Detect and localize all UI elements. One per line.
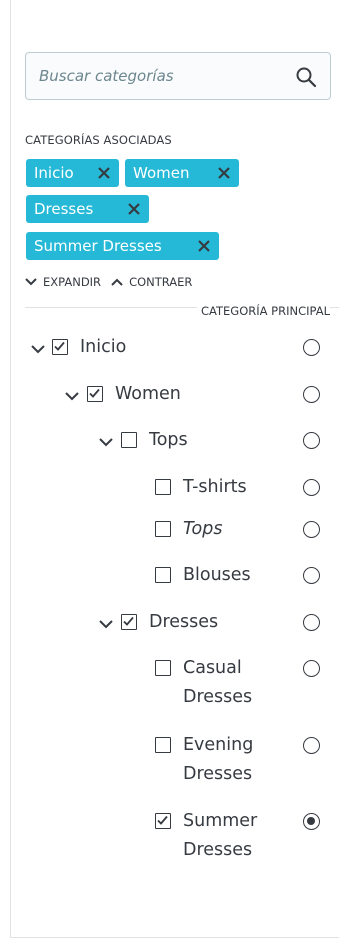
associated-categories-title: CATEGORÍAS ASOCIADAS	[25, 133, 172, 147]
tag-dresses: Dresses	[26, 195, 149, 223]
main-category-radio-dresses[interactable]	[303, 614, 320, 631]
expand-label: EXPANDIR	[43, 275, 102, 289]
checkbox-t-shirts[interactable]	[155, 479, 171, 495]
main-category-radio-casual-dresses[interactable]	[303, 660, 320, 677]
tree-item-label-line-2: Dresses	[183, 764, 253, 784]
main-category-radio-tops[interactable]	[303, 432, 320, 449]
tree-item-label: Dresses	[149, 612, 219, 632]
search-box	[25, 52, 331, 100]
close-icon[interactable]	[127, 202, 141, 216]
tag-label: Summer Dresses	[34, 237, 162, 255]
checkbox-women[interactable]	[87, 386, 103, 402]
tree-item-inicio: Inicio	[11, 333, 339, 362]
main-category-radio-blouses[interactable]	[303, 567, 320, 584]
tag-label: Dresses	[34, 200, 94, 218]
tree-item-label: Blouses	[183, 565, 251, 585]
search-input[interactable]	[26, 53, 286, 99]
tree-item-label-line-1: Evening	[183, 735, 254, 755]
main-category-radio-women[interactable]	[303, 386, 320, 403]
checkbox-evening-dresses[interactable]	[155, 737, 171, 753]
tree-item-label: Women	[115, 384, 181, 404]
search-icon[interactable]	[294, 65, 318, 89]
checkbox-summer-dresses[interactable]	[155, 813, 171, 829]
tree-item-label: Tops	[149, 430, 188, 450]
expand-collapse-controls: EXPANDIR CONTRAER	[25, 275, 192, 289]
tag-label: Women	[133, 164, 190, 182]
checkbox-inicio[interactable]	[52, 339, 68, 355]
tree-item-t-shirts: T-shirts	[11, 473, 339, 502]
main-category-radio-evening-dresses[interactable]	[303, 737, 320, 754]
tree-item-label-line-2: Dresses	[183, 687, 253, 707]
tree-item-label-line-2: Dresses	[183, 840, 253, 860]
chevron-down-icon	[25, 278, 37, 286]
main-category-header: CATEGORÍA PRINCIPAL	[197, 304, 330, 318]
expand-button[interactable]: EXPANDIR	[25, 275, 101, 289]
chevron-down-icon[interactable]	[31, 342, 45, 354]
tag-summer-dresses: Summer Dresses	[26, 232, 219, 260]
main-category-radio-tops-child[interactable]	[303, 521, 320, 538]
checkbox-blouses[interactable]	[155, 567, 171, 583]
tree-item-casual-dresses: Casual Dresses	[11, 654, 339, 712]
tag-inicio: Inicio	[26, 159, 119, 187]
tree-item-dresses: Dresses	[11, 608, 339, 637]
chevron-down-icon[interactable]	[99, 435, 113, 447]
tree-item-label-line-1: Casual	[183, 658, 242, 678]
tree-item-women: Women	[11, 380, 339, 409]
checkbox-dresses[interactable]	[121, 614, 137, 630]
close-icon[interactable]	[197, 239, 211, 253]
collapse-label: CONTRAER	[129, 275, 193, 289]
checkbox-casual-dresses[interactable]	[155, 660, 171, 676]
main-category-radio-summer-dresses[interactable]	[303, 813, 320, 830]
chevron-up-icon	[111, 278, 123, 286]
tree-item-tops-child: Tops	[11, 515, 339, 544]
close-icon[interactable]	[217, 166, 231, 180]
tree-item-evening-dresses: Evening Dresses	[11, 731, 339, 789]
tree-item-summer-dresses: Summer Dresses	[11, 807, 339, 865]
checkbox-tops-child[interactable]	[155, 521, 171, 537]
tree-item-label: Tops	[183, 519, 223, 539]
main-category-radio-t-shirts[interactable]	[303, 479, 320, 496]
category-panel: CATEGORÍAS ASOCIADAS Inicio Women Dresse…	[10, 0, 339, 938]
tree-item-label-line-1: Summer	[183, 811, 258, 831]
chevron-down-icon[interactable]	[99, 617, 113, 629]
tree-item-blouses: Blouses	[11, 561, 339, 590]
close-icon[interactable]	[97, 166, 111, 180]
tree-item-tops: Tops	[11, 426, 339, 455]
collapse-button[interactable]: CONTRAER	[111, 275, 192, 289]
chevron-down-icon[interactable]	[65, 389, 79, 401]
tag-women: Women	[125, 159, 239, 187]
tag-label: Inicio	[34, 164, 74, 182]
checkbox-tops[interactable]	[121, 432, 137, 448]
main-category-radio-inicio[interactable]	[303, 339, 320, 356]
tree-item-label: T-shirts	[183, 477, 247, 497]
tree-item-label: Inicio	[80, 337, 127, 357]
